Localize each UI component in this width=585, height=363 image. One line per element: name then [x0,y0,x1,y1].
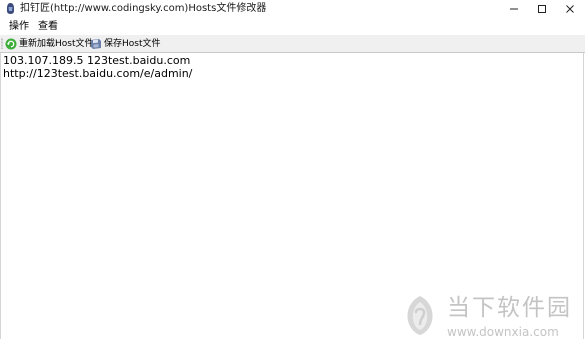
menu-operations[interactable]: 操作 [6,20,32,33]
title-bar[interactable]: 扣钉匠(http://www.codingsky.com)Hosts文件修改器 [0,0,585,18]
window-title: 扣钉匠(http://www.codingsky.com)Hosts文件修改器 [20,3,267,14]
editor-line[interactable]: 103.107.189.5 123test.baidu.com [3,54,190,67]
save-hosts-button[interactable]: 保存Host文件 [90,36,161,51]
downxia-logo-icon [407,296,433,335]
watermark: 当下软件园 www.downxia.com [398,293,578,349]
editor-line[interactable]: http://123test.baidu.com/e/admin/ [3,67,192,80]
close-button[interactable] [556,0,584,18]
maximize-icon [538,5,546,13]
menu-view[interactable]: 查看 [35,20,61,33]
menu-bar: 操作 查看 [0,18,585,35]
reload-hosts-button[interactable]: 重新加载Host文件 [5,36,94,51]
toolbar-grip[interactable] [1,38,3,49]
watermark-brand: 当下软件园 [447,295,572,321]
reload-hosts-label: 重新加载Host文件 [19,38,94,49]
save-disk-icon [91,38,101,49]
maximize-button[interactable] [528,0,556,18]
close-icon [566,5,574,13]
app-window: 扣钉匠(http://www.codingsky.com)Hosts文件修改器 … [0,0,585,363]
watermark-url: www.downxia.com [447,325,559,339]
app-icon [7,3,14,14]
save-hosts-label: 保存Host文件 [104,38,161,49]
minimize-button[interactable] [500,0,528,18]
minimize-icon [510,8,518,10]
toolbar: 重新加载Host文件 保存Host文件 [0,35,585,53]
refresh-icon [5,38,17,49]
